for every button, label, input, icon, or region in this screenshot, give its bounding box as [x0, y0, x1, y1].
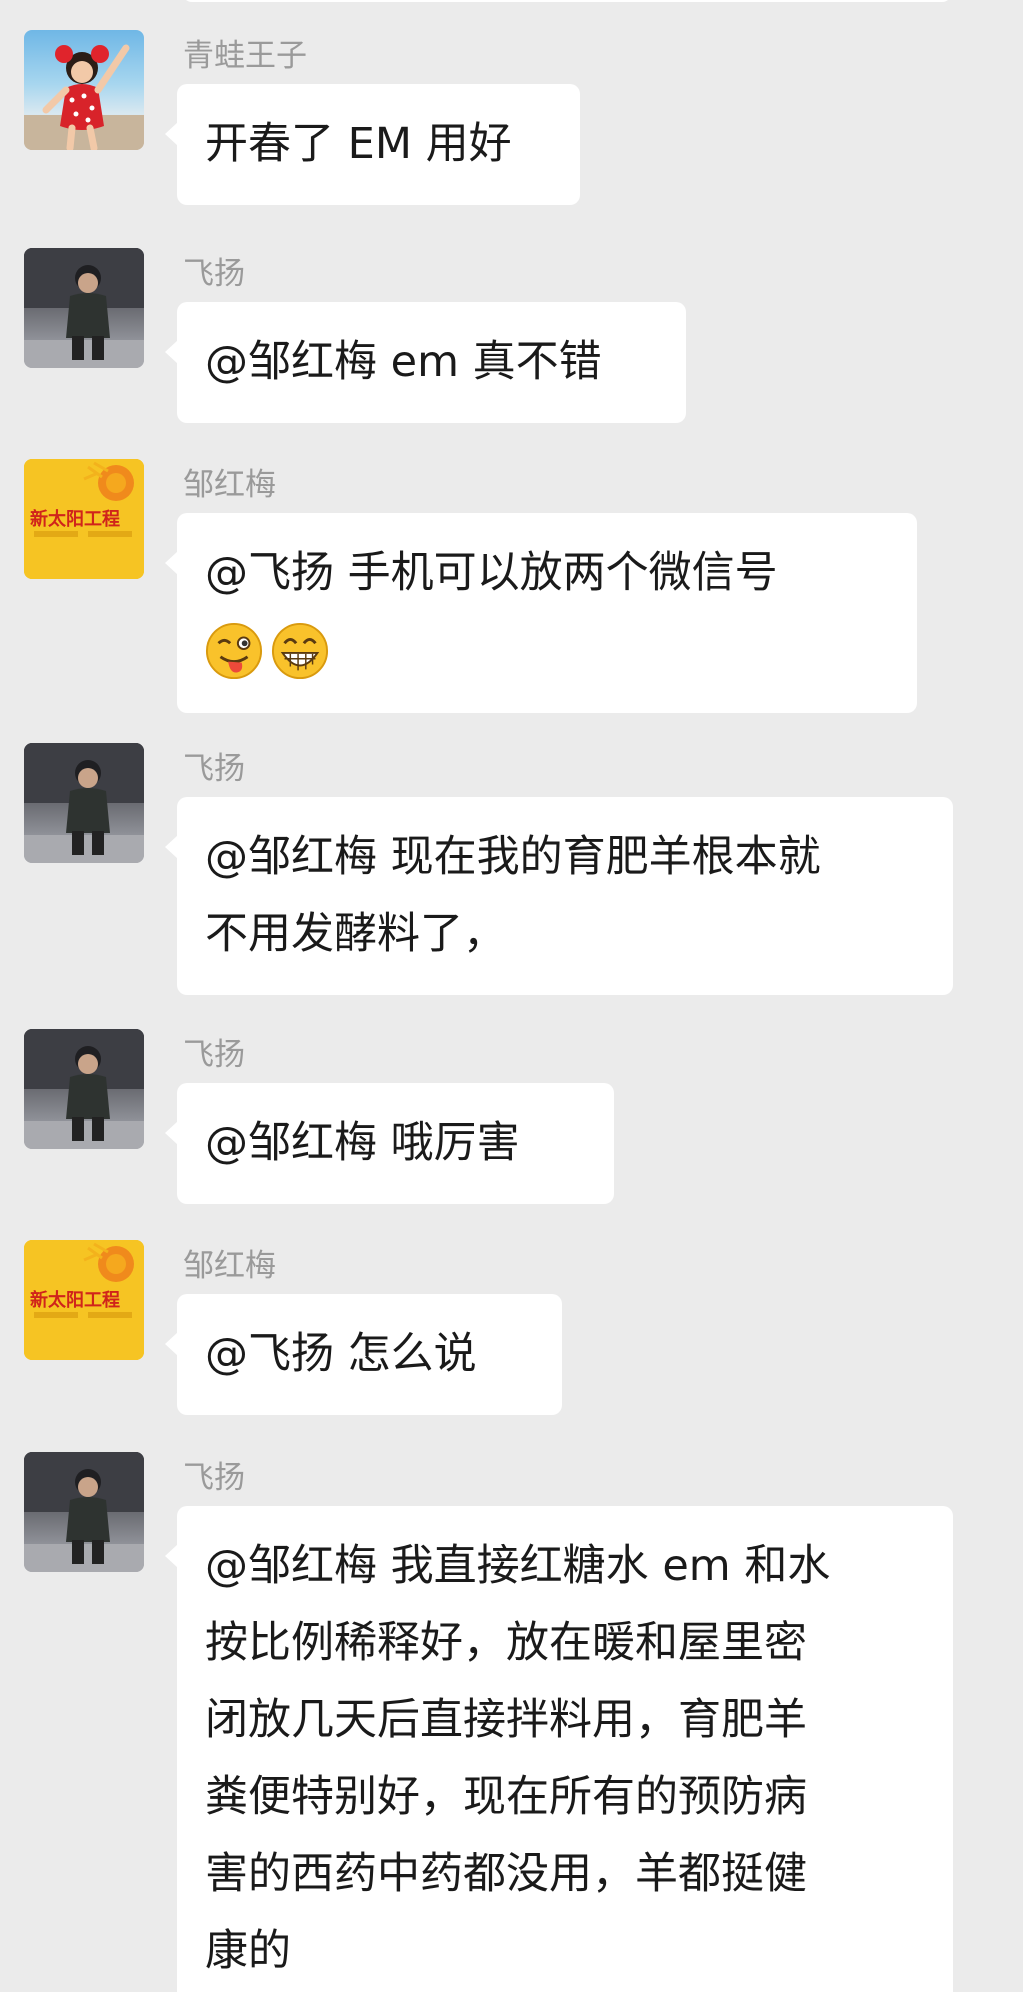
message-text: @飞扬 手机可以放两个微信号 — [205, 548, 778, 598]
previous-message-bubble — [182, 0, 952, 2]
message-bubble[interactable]: @邹红梅 我直接红糖水 em 和水 按比例稀释好，放在暖和屋里密 闭放几天后直接… — [165, 1506, 953, 1992]
wink-tongue-emoji — [205, 622, 263, 679]
grin-emoji — [271, 622, 329, 679]
message-text: 开春了 EM 用好 — [205, 119, 512, 169]
avatar-logo-text: 新太阳工程 — [30, 509, 120, 530]
sender-name: 飞扬 — [183, 1037, 245, 1073]
message-bubble[interactable]: @飞扬 手机可以放两个微信号 — [165, 513, 917, 713]
boy-avatar[interactable] — [24, 1452, 144, 1572]
boy-avatar[interactable] — [24, 1029, 144, 1149]
sender-name: 邹红梅 — [183, 467, 276, 503]
sender-name: 青蛙王子 — [183, 38, 307, 74]
message-bubble[interactable]: @邹红梅 现在我的育肥羊根本就 不用发酵料了， — [165, 797, 953, 995]
boy-avatar-picture — [24, 248, 144, 368]
message-text: 不用发酵料了， — [205, 909, 506, 959]
message-text: @邹红梅 现在我的育肥羊根本就 — [205, 832, 821, 882]
boy-avatar[interactable] — [24, 743, 144, 863]
avatar-logo-text: 新太阳工程 — [30, 1290, 120, 1311]
message-text: 康的 — [205, 1926, 291, 1976]
sender-name: 飞扬 — [183, 1460, 245, 1496]
message-text: @邹红梅 我直接红糖水 em 和水 — [205, 1541, 831, 1591]
sun-project-avatar[interactable]: 新太阳工程 — [24, 1240, 144, 1360]
message-text: 闭放几天后直接拌料用，育肥羊 — [205, 1695, 807, 1745]
message-text: 粪便特别好，现在所有的预防病 — [205, 1772, 807, 1822]
boy-avatar[interactable] — [24, 248, 144, 368]
message-bubble[interactable]: @邹红梅 em 真不错 — [165, 302, 686, 423]
boy-avatar-picture — [24, 743, 144, 863]
boy-avatar-picture — [24, 1029, 144, 1149]
message-bubble[interactable]: 开春了 EM 用好 — [165, 84, 580, 205]
girl-avatar-picture — [24, 44, 144, 150]
message-bubble[interactable]: @飞扬 怎么说 — [165, 1294, 562, 1415]
boy-avatar-picture — [24, 1452, 144, 1572]
message-bubble[interactable]: @邹红梅 哦厉害 — [165, 1083, 614, 1204]
message-text: @飞扬 怎么说 — [205, 1329, 477, 1379]
sender-name: 飞扬 — [183, 256, 245, 292]
message-text: 按比例稀释好，放在暖和屋里密 — [205, 1618, 807, 1668]
message-text: 害的西药中药都没用，羊都挺健 — [205, 1849, 807, 1899]
chat-view[interactable]: 青蛙王子 开春了 EM 用好 飞扬 @邹红梅 em 真不错 新太阳工程 邹红梅 … — [0, 0, 1023, 1992]
sender-name: 邹红梅 — [183, 1248, 276, 1284]
sender-name: 飞扬 — [183, 751, 245, 787]
girl-avatar[interactable] — [24, 30, 144, 150]
sun-project-avatar[interactable]: 新太阳工程 — [24, 459, 144, 579]
message-text: @邹红梅 em 真不错 — [205, 337, 602, 387]
message-text: @邹红梅 哦厉害 — [205, 1118, 520, 1168]
emoji-row — [205, 612, 889, 689]
